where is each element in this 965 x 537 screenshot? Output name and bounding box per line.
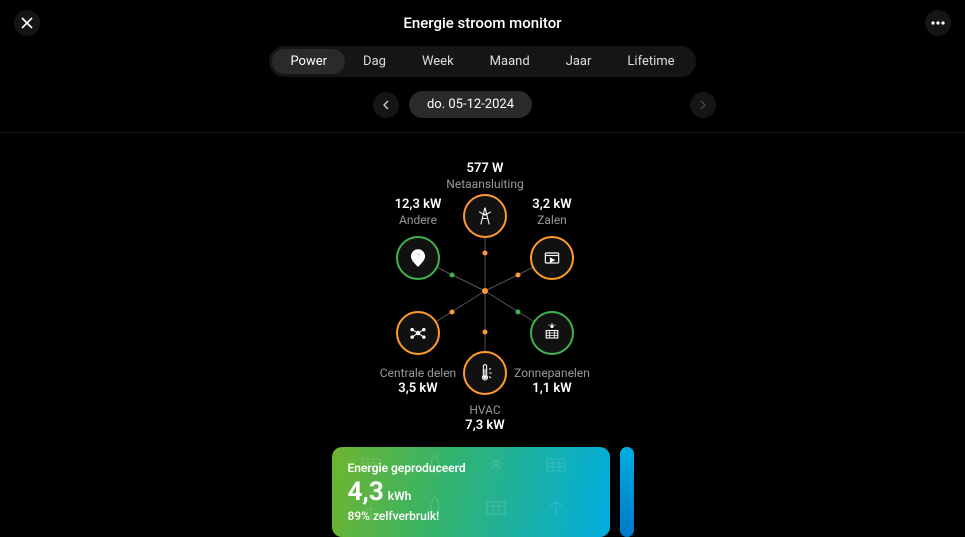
tab-lifetime[interactable]: Lifetime <box>609 49 692 74</box>
tab-week[interactable]: Week <box>404 49 472 74</box>
theater-icon <box>542 248 562 268</box>
center-hub <box>482 288 488 294</box>
node-solar[interactable] <box>530 311 574 355</box>
energy-flow-diagram: 577 W Netaansluiting 12,3 kW Andere ? 3,… <box>0 141 965 441</box>
node-label-other: 12,3 kW Andere <box>395 197 442 228</box>
page-title: Energie stroom monitor <box>403 14 561 32</box>
flow-dot <box>450 310 455 315</box>
period-tabs: Power Dag Week Maand Jaar Lifetime <box>269 46 695 77</box>
node-label-grid: 577 W Netaansluiting <box>446 161 523 192</box>
card-subtitle: 89% zelfverbruik! <box>348 509 594 523</box>
card-value: 4,3 <box>348 477 384 507</box>
card-next-peek[interactable] <box>620 447 634 537</box>
chevron-right-icon <box>699 100 707 110</box>
prev-day-button[interactable] <box>373 92 399 118</box>
node-label-hvac: HVAC 7,3 kW <box>465 403 504 434</box>
chevron-left-icon <box>382 100 390 110</box>
grid-tower-icon <box>475 206 495 226</box>
node-other[interactable]: ? <box>396 236 440 280</box>
close-button[interactable] <box>14 10 40 36</box>
node-central[interactable] <box>396 311 440 355</box>
card-unit: kWh <box>388 489 412 503</box>
node-rooms[interactable] <box>530 236 574 280</box>
network-icon <box>408 323 428 343</box>
svg-text:?: ? <box>416 252 420 262</box>
flow-dot <box>516 273 521 278</box>
tab-dag[interactable]: Dag <box>345 49 404 74</box>
flow-dot <box>516 310 521 315</box>
tab-maand[interactable]: Maand <box>472 49 548 74</box>
more-icon <box>931 21 945 25</box>
next-day-button[interactable] <box>690 92 716 118</box>
node-hvac[interactable] <box>463 351 507 395</box>
card-energy-produced[interactable]: Energie geproduceerd 4,3 kWh 89% zelfver… <box>332 447 610 537</box>
card-title: Energie geproduceerd <box>348 461 594 475</box>
node-label-rooms: 3,2 kW Zalen <box>532 197 571 228</box>
tab-jaar[interactable]: Jaar <box>548 49 610 74</box>
flow-dot <box>483 251 488 256</box>
node-grid[interactable] <box>463 194 507 238</box>
node-label-central: Centrale delen 3,5 kW <box>380 366 456 397</box>
flow-dot <box>450 273 455 278</box>
node-label-solar: Zonnepanelen 1,1 kW <box>514 366 590 397</box>
question-pin-icon: ? <box>408 248 428 268</box>
tab-power[interactable]: Power <box>272 49 345 74</box>
date-picker[interactable]: do. 05-12-2024 <box>409 91 532 118</box>
flow-dot <box>483 330 488 335</box>
more-button[interactable] <box>925 10 951 36</box>
close-icon <box>21 17 33 29</box>
solar-panel-icon <box>542 323 562 343</box>
thermometer-icon <box>475 363 495 383</box>
